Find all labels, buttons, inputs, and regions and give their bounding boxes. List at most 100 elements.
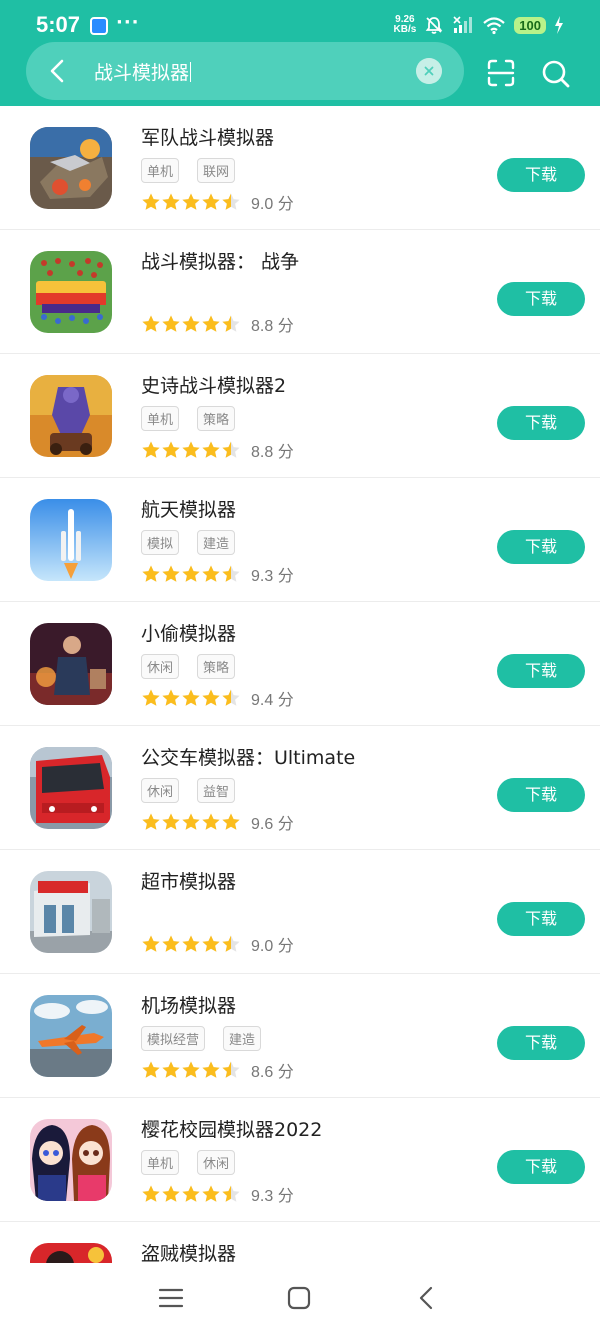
download-button[interactable]: 下载 (497, 282, 585, 316)
app-icon[interactable] (30, 251, 112, 333)
rating: 8.6 分 (141, 1058, 294, 1082)
star-icon (182, 689, 200, 706)
app-tag: 单机 (141, 406, 180, 431)
app-title: 军队战斗模拟器 (141, 127, 275, 149)
search-results-list[interactable]: 军队战斗模拟器 单机 联网 9.0 分 下载 战斗模拟器： 战争 8.8 分 下… (0, 106, 600, 1263)
download-button[interactable]: 下载 (497, 654, 585, 688)
rating: 9.3 分 (141, 1182, 294, 1206)
app-title: 战斗模拟器： 战争 (141, 251, 300, 273)
star-icon (182, 441, 200, 458)
download-button[interactable]: 下载 (497, 1026, 585, 1060)
rating: 9.3 分 (141, 562, 294, 586)
app-title: 公交车模拟器：Ultimate (141, 747, 356, 769)
star-icon (202, 813, 220, 830)
app-list-item[interactable]: 战斗模拟器： 战争 8.8 分 下载 (0, 230, 600, 354)
scan-icon[interactable] (486, 58, 516, 88)
search-input[interactable]: 战斗模拟器 (94, 58, 192, 85)
search-bar[interactable]: 战斗模拟器 (26, 42, 464, 100)
rating: 8.8 分 (141, 312, 294, 336)
back-icon[interactable] (412, 1283, 442, 1313)
app-icon[interactable] (30, 623, 112, 705)
app-icon[interactable] (30, 1119, 112, 1201)
star-icon (142, 935, 160, 952)
star-icon (202, 1061, 220, 1078)
app-tag: 单机 (141, 158, 180, 183)
app-tag: 联网 (197, 158, 236, 183)
app-icon[interactable] (30, 1243, 112, 1263)
app-tags: 单机 休闲 (141, 1150, 236, 1175)
star-icon (142, 689, 160, 706)
app-tags: 休闲 策略 (141, 654, 236, 679)
star-icon (162, 1185, 180, 1202)
star-icon (162, 565, 180, 582)
status-more-dots: ··· (116, 12, 140, 33)
rating-score: 9.3 分 (251, 1188, 294, 1205)
app-list-item[interactable]: 史诗战斗模拟器2 单机 策略 8.8 分 下载 (0, 354, 600, 478)
app-list-item[interactable]: 盗贼模拟器 (0, 1222, 600, 1263)
star-icon (162, 193, 180, 210)
app-icon[interactable] (30, 499, 112, 581)
star-icon (202, 935, 220, 952)
rating-score: 8.6 分 (251, 1064, 294, 1081)
app-list-item[interactable]: 超市模拟器 9.0 分 下载 (0, 850, 600, 974)
app-list-item[interactable]: 机场模拟器 模拟经营 建造 8.6 分 下载 (0, 974, 600, 1098)
app-tag: 益智 (197, 778, 236, 803)
rating-score: 9.4 分 (251, 692, 294, 709)
star-icon (162, 1061, 180, 1078)
system-nav-bar (0, 1263, 600, 1333)
chevron-left-icon[interactable] (42, 55, 74, 87)
star-icon (202, 441, 220, 458)
app-title: 超市模拟器 (141, 871, 237, 893)
star-icon (222, 565, 240, 582)
notification-app-icon (90, 17, 108, 35)
signal-icon (453, 16, 473, 33)
app-tags: 单机 策略 (141, 406, 236, 431)
app-icon[interactable] (30, 747, 112, 829)
app-icon[interactable] (30, 995, 112, 1077)
status-indicators: 9.26 KB/s 100 (394, 12, 565, 38)
app-list-item[interactable]: 小偷模拟器 休闲 策略 9.4 分 下载 (0, 602, 600, 726)
star-icon (202, 193, 220, 210)
star-icon (162, 813, 180, 830)
star-icon (142, 193, 160, 210)
app-icon[interactable] (30, 871, 112, 953)
app-tag: 建造 (223, 1026, 262, 1051)
app-tags: 模拟 建造 (141, 530, 236, 555)
app-list-item[interactable]: 公交车模拟器：Ultimate 休闲 益智 9.6 分 下载 (0, 726, 600, 850)
status-time: 5:07 (36, 12, 81, 37)
star-icon (222, 441, 240, 458)
star-icon (182, 1185, 200, 1202)
star-icon (222, 689, 240, 706)
star-icon (142, 813, 160, 830)
rating: 9.0 分 (141, 190, 294, 214)
app-icon[interactable] (30, 127, 112, 209)
app-tag: 策略 (197, 406, 236, 431)
rating-score: 8.8 分 (251, 444, 294, 461)
app-title: 盗贼模拟器 (141, 1243, 237, 1263)
app-list-item[interactable]: 航天模拟器 模拟 建造 9.3 分 下载 (0, 478, 600, 602)
star-icon (202, 689, 220, 706)
close-icon[interactable] (416, 58, 442, 84)
download-button[interactable]: 下载 (497, 158, 585, 192)
app-list-item[interactable]: 樱花校园模拟器2022 单机 休闲 9.3 分 下载 (0, 1098, 600, 1222)
search-icon[interactable] (540, 58, 572, 90)
star-icon (142, 1185, 160, 1202)
charging-icon (555, 16, 563, 34)
app-title: 小偷模拟器 (141, 623, 237, 645)
star-icon (182, 315, 200, 332)
download-button[interactable]: 下载 (497, 406, 585, 440)
app-tags: 休闲 益智 (141, 778, 236, 803)
download-button[interactable]: 下载 (497, 530, 585, 564)
star-icon (162, 689, 180, 706)
menu-icon[interactable] (156, 1283, 186, 1313)
app-list-item[interactable]: 军队战斗模拟器 单机 联网 9.0 分 下载 (0, 106, 600, 230)
rating-score: 9.0 分 (251, 196, 294, 213)
download-button[interactable]: 下载 (497, 778, 585, 812)
download-button[interactable]: 下载 (497, 1150, 585, 1184)
home-icon[interactable] (284, 1283, 314, 1313)
app-icon[interactable] (30, 375, 112, 457)
star-icon (202, 1185, 220, 1202)
app-tag: 策略 (197, 654, 236, 679)
download-button[interactable]: 下载 (497, 902, 585, 936)
search-query: 战斗模拟器 (94, 62, 190, 84)
